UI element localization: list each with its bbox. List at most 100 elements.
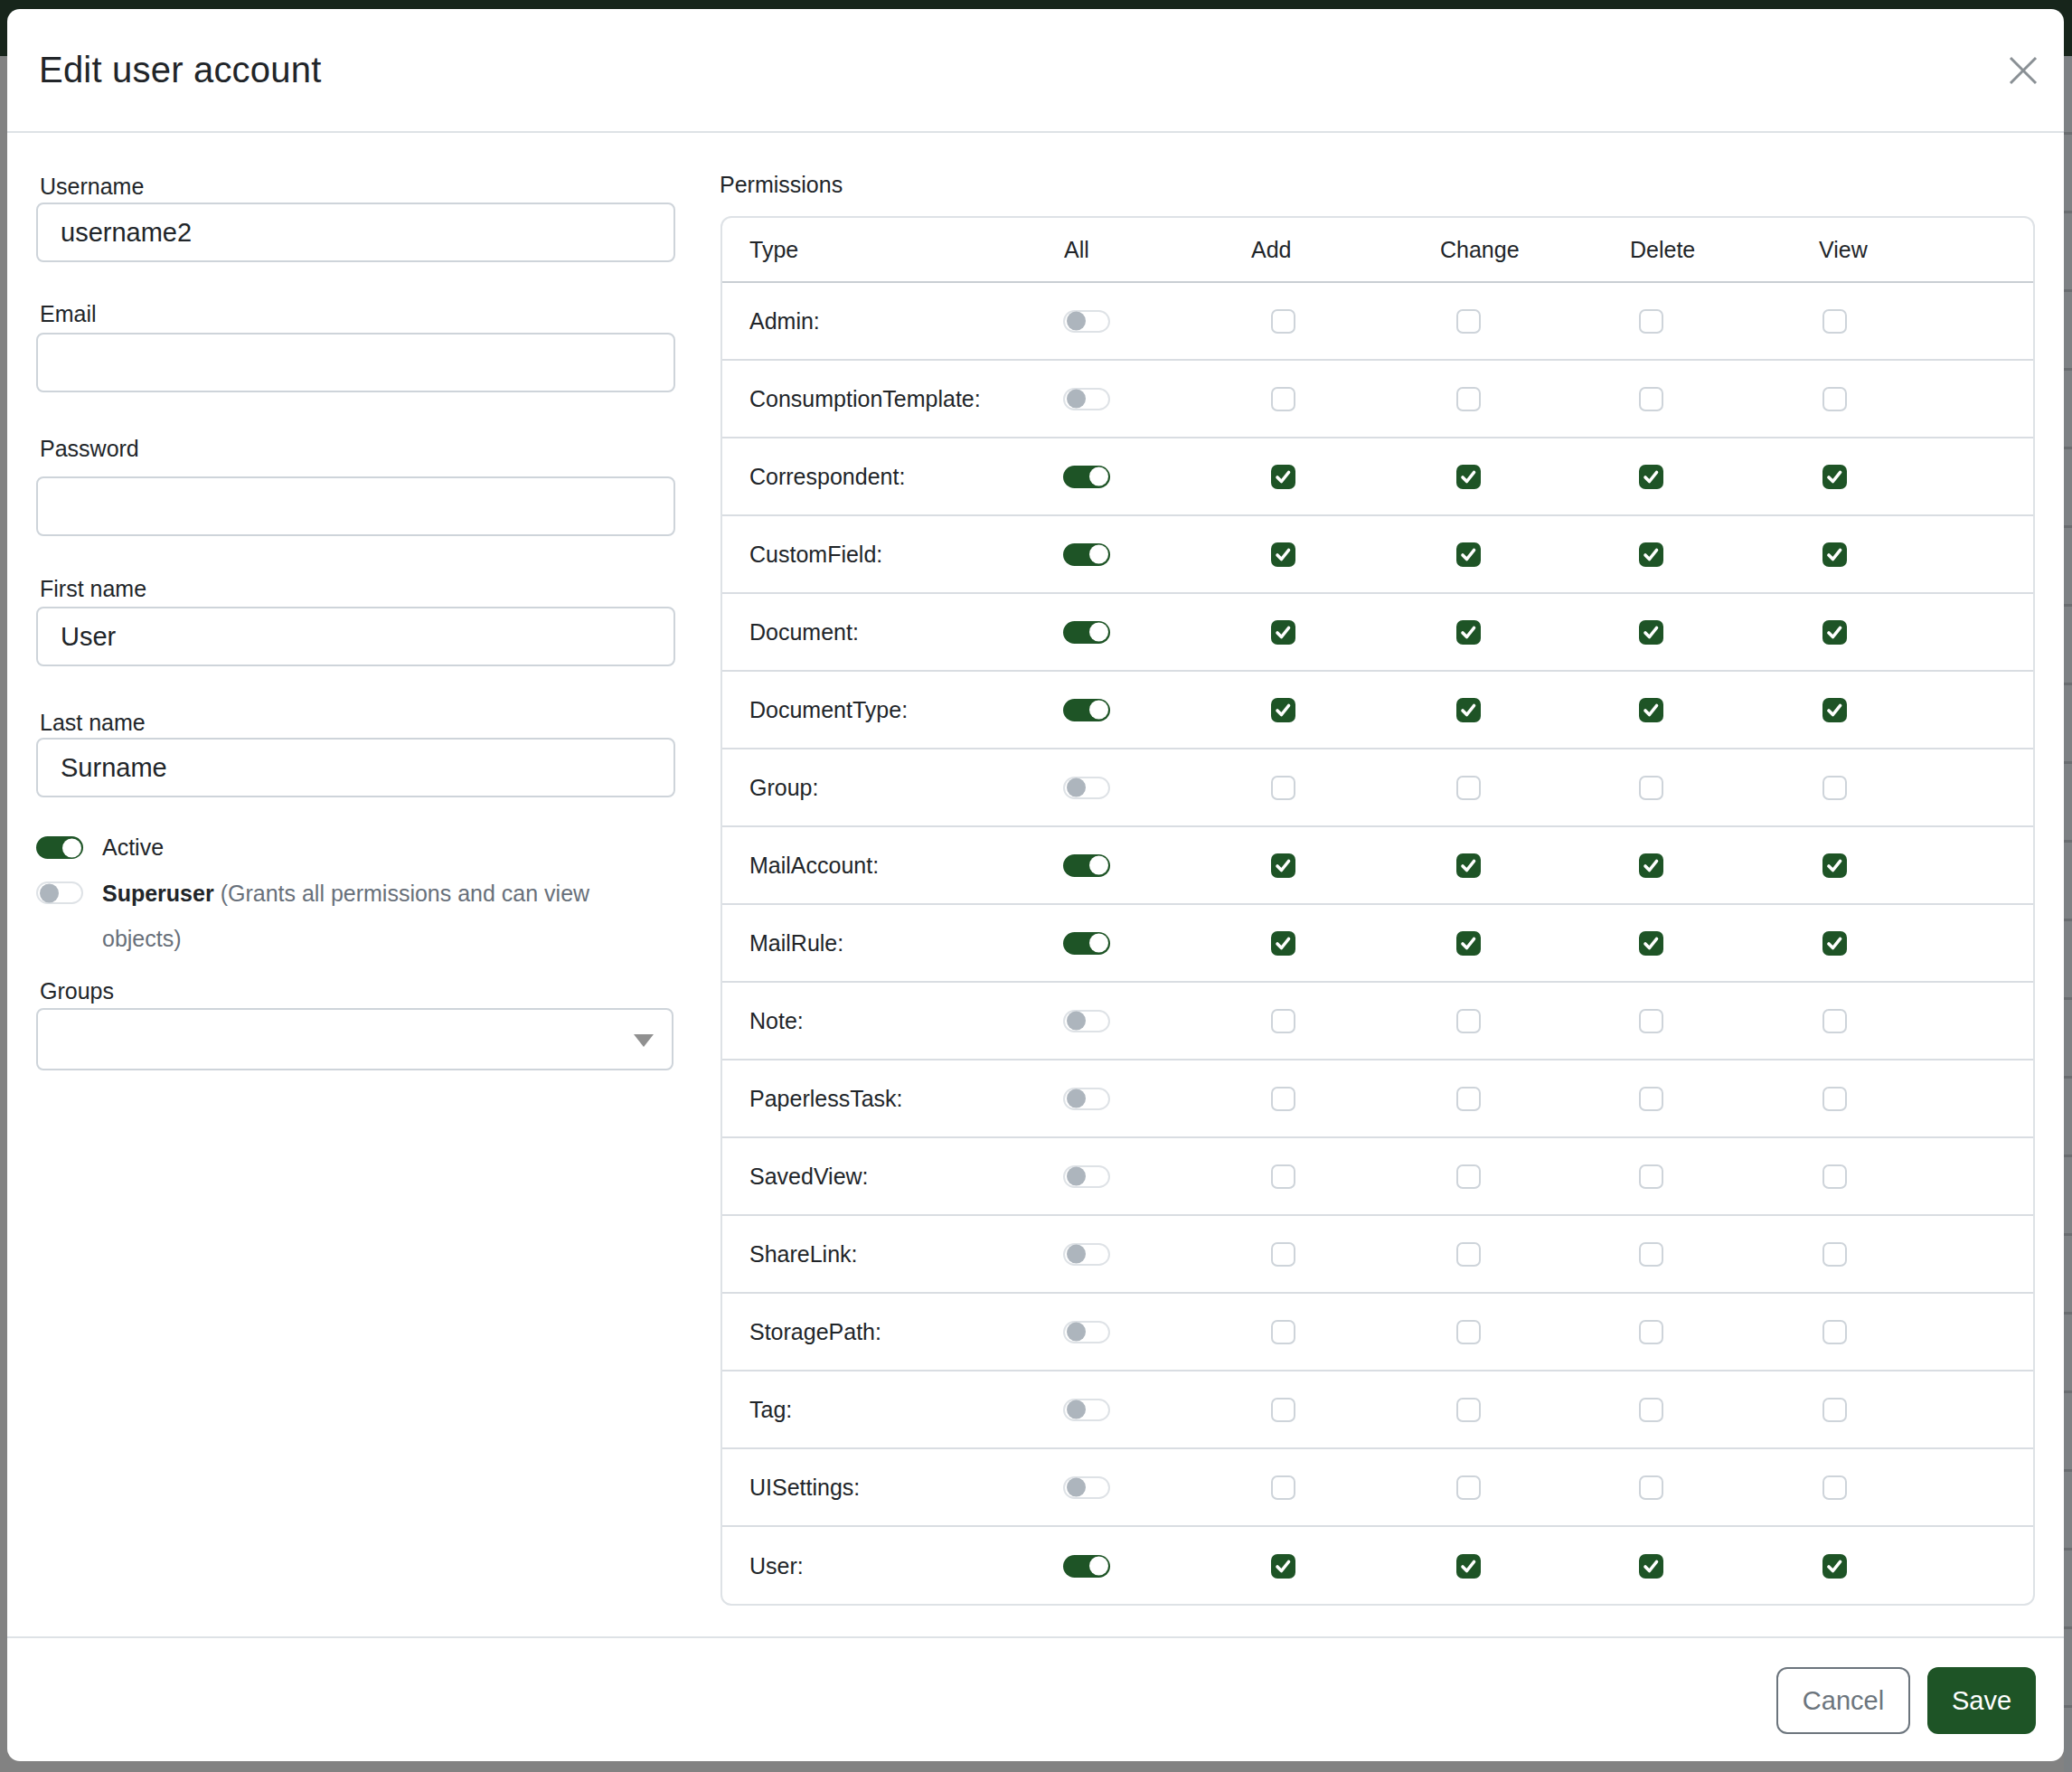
permission-change-checkbox[interactable] (1456, 1009, 1481, 1033)
toggle-knob (1089, 623, 1108, 642)
permission-view-checkbox[interactable] (1822, 1398, 1847, 1422)
permission-view-checkbox[interactable] (1822, 1009, 1847, 1033)
permission-add-checkbox[interactable] (1271, 1087, 1295, 1111)
permission-add-checkbox[interactable] (1271, 1398, 1295, 1422)
permission-change-checkbox[interactable] (1456, 387, 1481, 411)
permission-change-checkbox[interactable] (1456, 542, 1481, 567)
permission-add-checkbox[interactable] (1271, 1009, 1295, 1033)
close-icon[interactable] (2003, 51, 2043, 90)
permission-change-checkbox[interactable] (1456, 1087, 1481, 1111)
permission-change-checkbox[interactable] (1456, 776, 1481, 800)
permission-all-toggle[interactable] (1063, 699, 1110, 721)
permission-delete-checkbox[interactable] (1639, 542, 1663, 567)
permission-view-checkbox[interactable] (1822, 620, 1847, 645)
permission-view-checkbox[interactable] (1822, 1164, 1847, 1189)
email-input[interactable] (36, 333, 675, 392)
permission-add-checkbox[interactable] (1271, 698, 1295, 722)
permission-view-checkbox[interactable] (1822, 542, 1847, 567)
permission-all-toggle[interactable] (1063, 466, 1110, 488)
permission-add-checkbox[interactable] (1271, 1320, 1295, 1344)
groups-select[interactable] (36, 1008, 673, 1070)
permission-add-checkbox[interactable] (1271, 620, 1295, 645)
permission-view-checkbox[interactable] (1822, 1242, 1847, 1267)
permission-all-toggle[interactable] (1063, 854, 1110, 877)
permission-all-toggle[interactable] (1063, 388, 1110, 410)
permissions-label: Permissions (720, 172, 843, 198)
last-name-input[interactable] (36, 738, 675, 797)
permission-change-checkbox[interactable] (1456, 1164, 1481, 1189)
permission-add-checkbox[interactable] (1271, 1242, 1295, 1267)
permission-change-checkbox[interactable] (1456, 1398, 1481, 1422)
permission-view-checkbox[interactable] (1822, 1320, 1847, 1344)
permission-all-toggle[interactable] (1063, 1243, 1110, 1266)
permission-delete-checkbox[interactable] (1639, 1009, 1663, 1033)
permission-delete-checkbox[interactable] (1639, 620, 1663, 645)
permission-all-toggle[interactable] (1063, 543, 1110, 566)
permission-delete-checkbox[interactable] (1639, 853, 1663, 878)
save-button[interactable]: Save (1927, 1667, 2036, 1734)
permission-change-checkbox[interactable] (1456, 1320, 1481, 1344)
permission-add-checkbox[interactable] (1271, 931, 1295, 956)
permission-view-checkbox[interactable] (1822, 698, 1847, 722)
permission-all-toggle[interactable] (1063, 1476, 1110, 1499)
permission-add-checkbox[interactable] (1271, 387, 1295, 411)
toggle-knob (1089, 467, 1108, 486)
permission-all-toggle[interactable] (1063, 621, 1110, 644)
permission-view-checkbox[interactable] (1822, 465, 1847, 489)
permission-delete-checkbox[interactable] (1639, 698, 1663, 722)
permission-all-toggle[interactable] (1063, 777, 1110, 799)
permission-all-toggle[interactable] (1063, 1010, 1110, 1032)
permission-delete-checkbox[interactable] (1639, 1087, 1663, 1111)
permission-change-checkbox[interactable] (1456, 853, 1481, 878)
permission-view-checkbox[interactable] (1822, 1087, 1847, 1111)
permission-view-checkbox[interactable] (1822, 309, 1847, 334)
permission-add-checkbox[interactable] (1271, 1554, 1295, 1579)
active-toggle[interactable] (36, 836, 83, 859)
chevron-down-icon (634, 1034, 654, 1047)
permission-add-checkbox[interactable] (1271, 542, 1295, 567)
permission-change-checkbox[interactable] (1456, 309, 1481, 334)
permission-add-checkbox[interactable] (1271, 776, 1295, 800)
first-name-input[interactable] (36, 607, 675, 666)
permission-change-checkbox[interactable] (1456, 1242, 1481, 1267)
permission-change-checkbox[interactable] (1456, 465, 1481, 489)
permission-delete-checkbox[interactable] (1639, 1554, 1663, 1579)
permission-add-checkbox[interactable] (1271, 1164, 1295, 1189)
permission-change-checkbox[interactable] (1456, 1475, 1481, 1500)
permission-delete-checkbox[interactable] (1639, 465, 1663, 489)
permission-all-toggle[interactable] (1063, 1555, 1110, 1578)
permission-all-toggle[interactable] (1063, 310, 1110, 333)
permission-delete-checkbox[interactable] (1639, 1320, 1663, 1344)
permission-all-toggle[interactable] (1063, 932, 1110, 955)
password-input[interactable] (36, 476, 675, 536)
permission-all-toggle[interactable] (1063, 1165, 1110, 1188)
permission-change-checkbox[interactable] (1456, 698, 1481, 722)
cancel-button[interactable]: Cancel (1776, 1667, 1910, 1734)
permission-all-toggle[interactable] (1063, 1088, 1110, 1110)
permission-add-checkbox[interactable] (1271, 1475, 1295, 1500)
permission-view-checkbox[interactable] (1822, 1475, 1847, 1500)
permission-all-toggle[interactable] (1063, 1321, 1110, 1343)
permission-view-checkbox[interactable] (1822, 776, 1847, 800)
permission-delete-checkbox[interactable] (1639, 1475, 1663, 1500)
permission-delete-checkbox[interactable] (1639, 1398, 1663, 1422)
permission-add-checkbox[interactable] (1271, 465, 1295, 489)
permission-add-checkbox[interactable] (1271, 853, 1295, 878)
permission-change-checkbox[interactable] (1456, 931, 1481, 956)
permission-view-checkbox[interactable] (1822, 853, 1847, 878)
permission-delete-checkbox[interactable] (1639, 776, 1663, 800)
permission-delete-checkbox[interactable] (1639, 387, 1663, 411)
permission-delete-checkbox[interactable] (1639, 1164, 1663, 1189)
permission-change-checkbox[interactable] (1456, 1554, 1481, 1579)
permission-view-checkbox[interactable] (1822, 1554, 1847, 1579)
permission-delete-checkbox[interactable] (1639, 309, 1663, 334)
username-input[interactable] (36, 203, 675, 262)
superuser-toggle[interactable] (36, 881, 83, 904)
permission-delete-checkbox[interactable] (1639, 1242, 1663, 1267)
permission-view-checkbox[interactable] (1822, 387, 1847, 411)
permission-add-checkbox[interactable] (1271, 309, 1295, 334)
permission-change-checkbox[interactable] (1456, 620, 1481, 645)
permission-all-toggle[interactable] (1063, 1399, 1110, 1421)
permission-delete-checkbox[interactable] (1639, 931, 1663, 956)
permission-view-checkbox[interactable] (1822, 931, 1847, 956)
